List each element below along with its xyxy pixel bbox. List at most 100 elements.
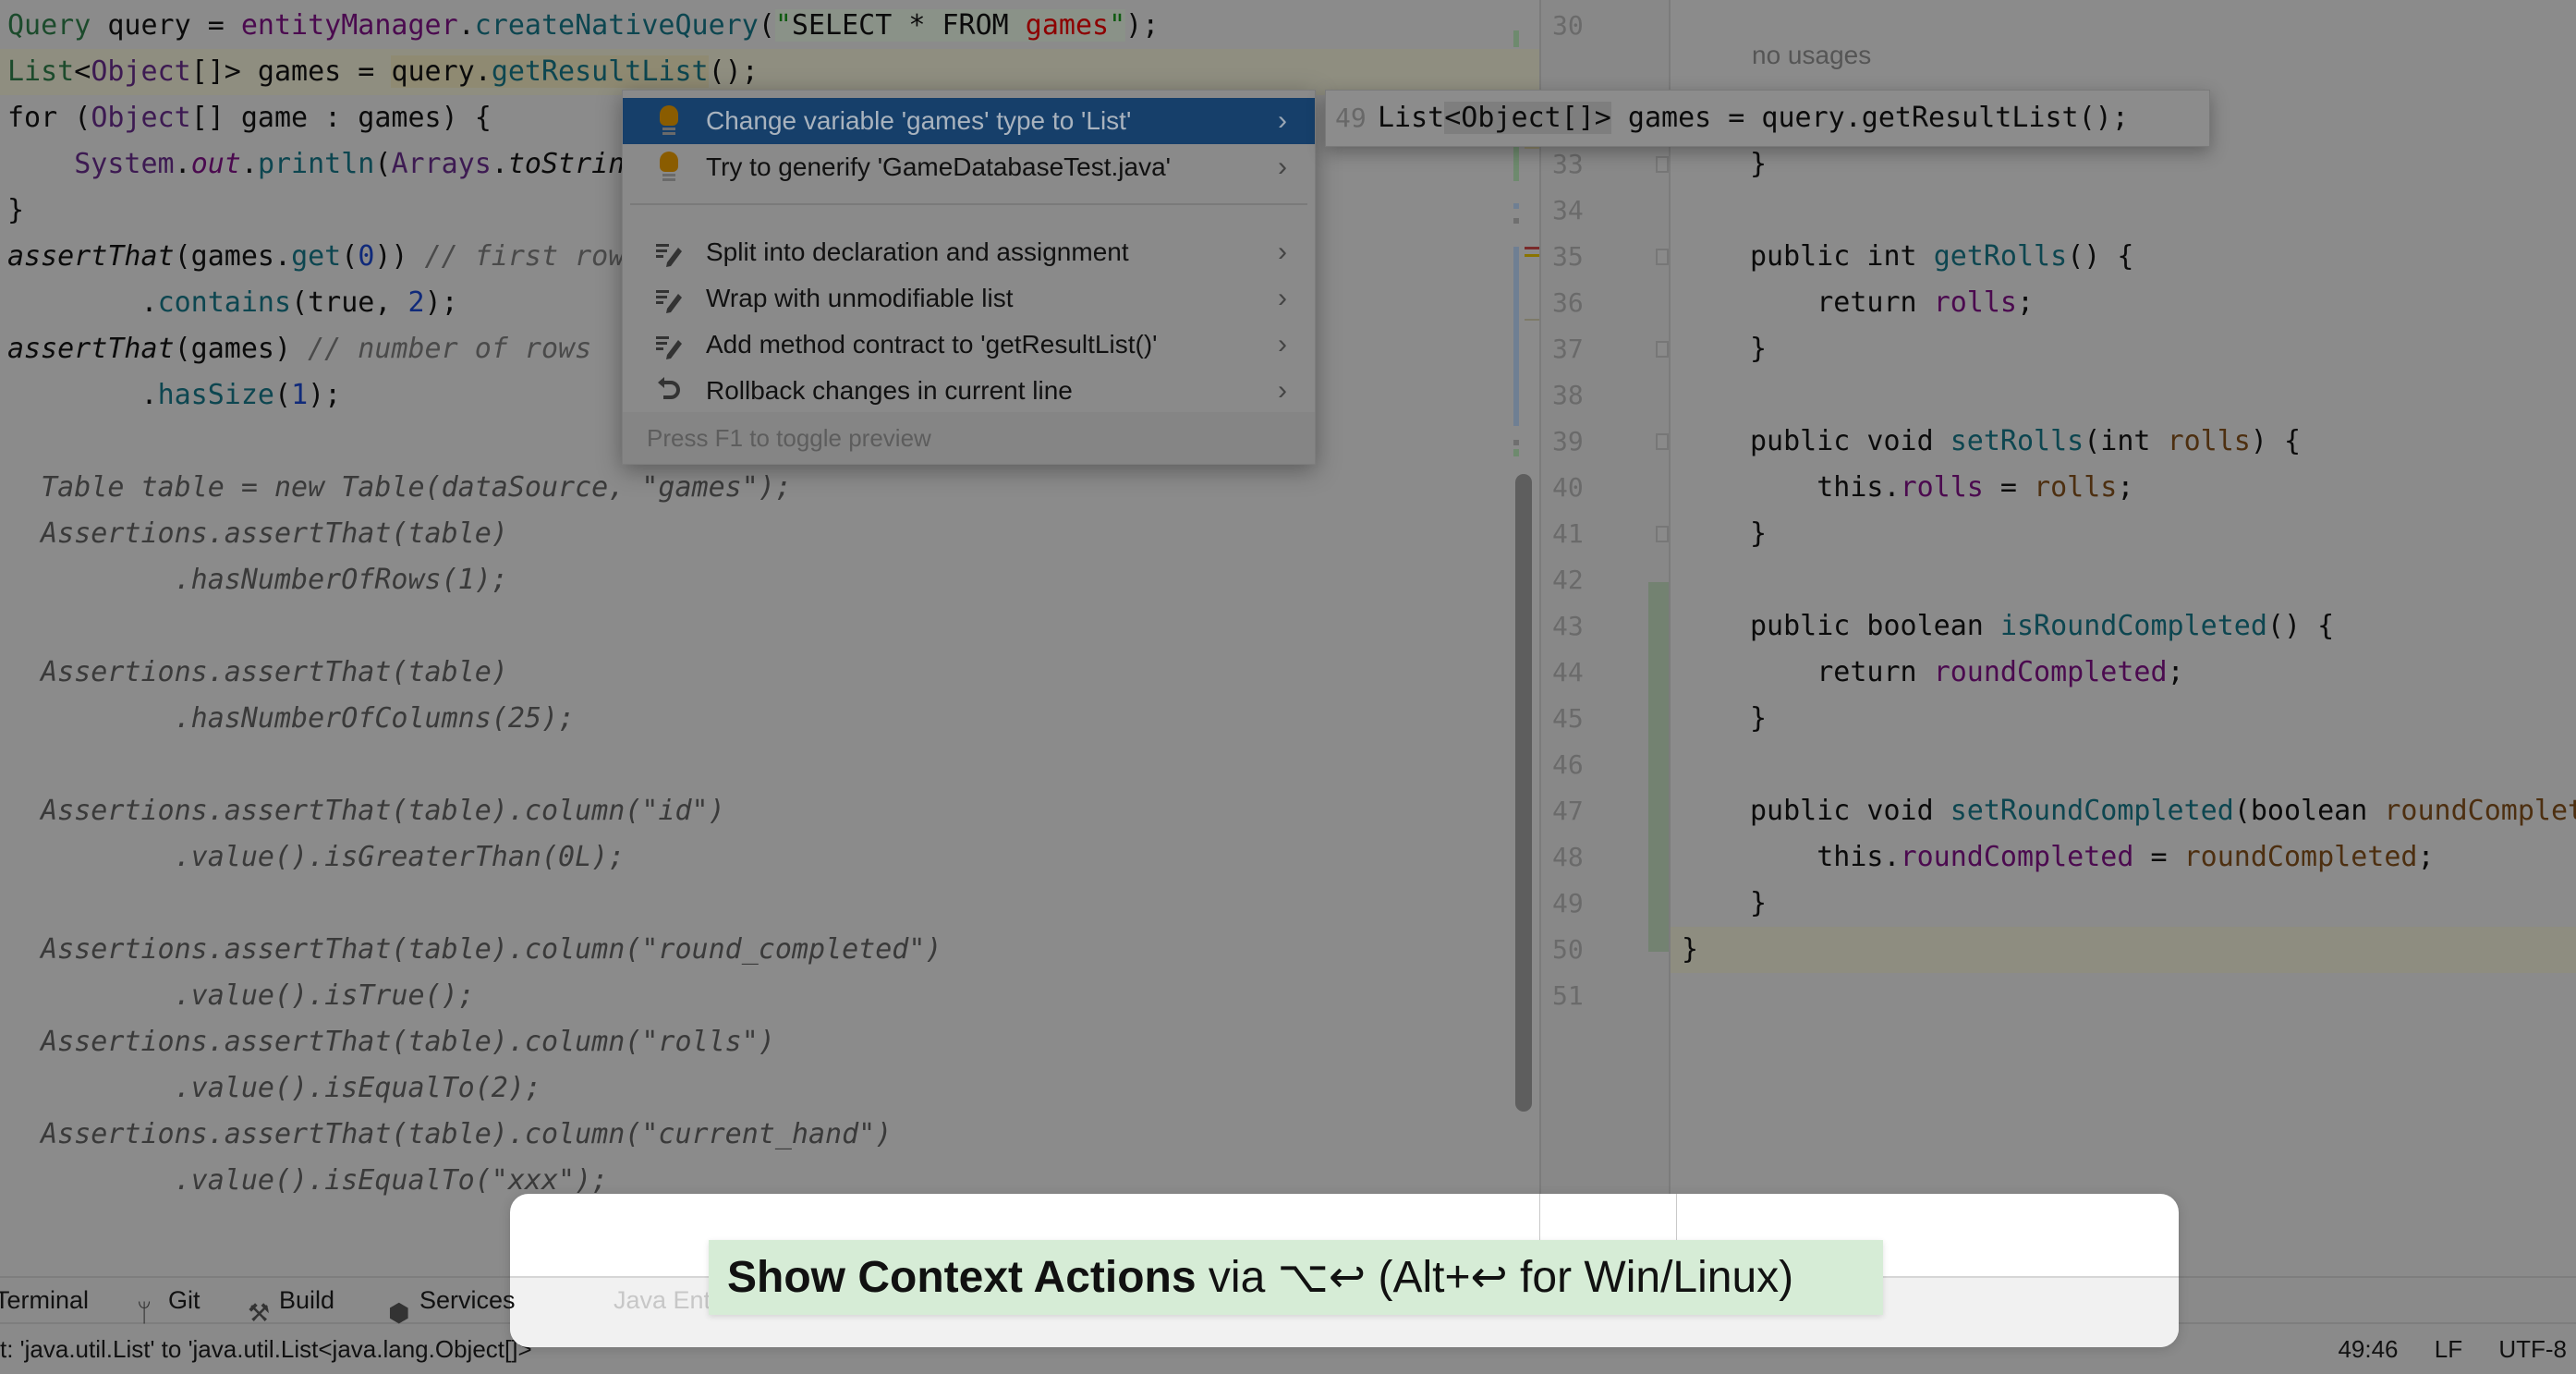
code-token: .hasNumberOfColumns(25); [7, 702, 576, 735]
code-line[interactable]: Assertions.assertThat(table) [7, 511, 508, 557]
intention-item[interactable]: Change variable 'games' type to 'List' › [623, 98, 1315, 144]
code-line[interactable]: } [1750, 881, 1767, 927]
code-line[interactable]: } [1750, 326, 1767, 372]
code-token: Query [7, 9, 91, 42]
added-lines-marker[interactable] [1648, 582, 1669, 952]
fold-toggle-icon[interactable] [1656, 341, 1669, 358]
right-editor[interactable]: 3032333435363738394041424344454647484950… [1541, 0, 2576, 1276]
code-line[interactable]: public int getRolls() { [1750, 234, 2133, 280]
tool-window-services[interactable]: ⬢ Services [388, 1278, 516, 1327]
code-line[interactable]: .hasNumberOfColumns(25); [7, 696, 575, 742]
code-token: 1 [291, 379, 309, 411]
chevron-right-icon[interactable]: › [1278, 144, 1287, 190]
code-line[interactable]: .hasSize(1); [7, 372, 341, 419]
inlay-hint-no-usages[interactable]: no usages [1752, 32, 1871, 79]
line-number: 41 [1552, 518, 1584, 549]
code-line[interactable]: System.out.println(Arrays.toStrin [7, 141, 625, 188]
code-token: List [7, 55, 75, 88]
bulb-base [662, 178, 675, 181]
change-marker[interactable] [1513, 449, 1519, 456]
code-line[interactable]: .value().isGreaterThan(0L); [7, 834, 626, 881]
code-token: roundComplet [2384, 795, 2576, 827]
code-line[interactable]: Assertions.assertThat(table).column("cur… [7, 1112, 892, 1158]
code-line[interactable]: public boolean isRoundCompleted() { [1750, 603, 2334, 650]
chevron-right-icon[interactable]: › [1278, 368, 1287, 414]
code-token: entityManager [240, 9, 458, 42]
change-marker[interactable] [1513, 440, 1519, 445]
code-line[interactable]: Table table = new Table(dataSource, "gam… [7, 465, 792, 511]
file-encoding[interactable]: UTF-8 [2498, 1335, 2567, 1363]
code-line[interactable]: .contains(true, 2); [7, 280, 457, 326]
tool-window-git[interactable]: ᛘ Git [137, 1278, 200, 1327]
code-token: Arrays [391, 148, 492, 180]
fold-toggle-icon[interactable] [1656, 433, 1669, 450]
code-token: return [1750, 656, 1934, 688]
code-line[interactable]: public void setRolls(int rolls) { [1750, 419, 2301, 465]
fold-toggle-icon[interactable] [1656, 249, 1669, 265]
current-code-line[interactable]: List<Object[]> games = query.getResultLi… [0, 49, 1539, 95]
intention-item[interactable]: Add method contract to 'getResultList()'… [623, 322, 1315, 368]
code-token: setRolls [1950, 425, 2084, 457]
code-token: rolls [1900, 471, 1984, 504]
code-line[interactable]: this.rolls = rolls; [1750, 465, 2133, 511]
chevron-right-icon[interactable]: › [1278, 229, 1287, 275]
code-token: = [2133, 841, 2184, 873]
code-line[interactable]: assertThat(games.get(0)) // first row [7, 234, 625, 280]
code-line[interactable]: .hasNumberOfRows(1); [7, 557, 508, 603]
code-line[interactable]: this.roundCompleted = roundCompleted; [1750, 834, 2434, 881]
code-line[interactable]: } [1682, 927, 1698, 973]
code-token: Assertions.assertThat(table) [7, 517, 508, 550]
code-line[interactable]: Query query = entityManager.createNative… [7, 3, 1159, 49]
intention-item[interactable]: Rollback changes in current line › [623, 368, 1315, 414]
change-marker[interactable] [1513, 203, 1519, 209]
change-marker[interactable] [1513, 218, 1519, 224]
code-line[interactable]: } [1750, 696, 1767, 742]
code-token: getResultList [491, 55, 709, 88]
code-token: query. [391, 55, 492, 88]
intention-item[interactable]: Split into declaration and assignment › [623, 229, 1315, 275]
tool-window-build[interactable]: ⚒ Build [248, 1278, 335, 1327]
line-separator[interactable]: LF [2435, 1335, 2462, 1363]
vertical-scrollbar[interactable] [1515, 474, 1532, 1112]
code-line[interactable]: assertThat(games) // number of rows [7, 326, 591, 372]
code-line[interactable]: return roundCompleted; [1750, 650, 2183, 696]
code-line[interactable]: for (Object[] game : games) { [7, 95, 492, 141]
chevron-right-icon[interactable]: › [1278, 98, 1287, 144]
edit-intention-icon [654, 283, 684, 314]
code-token: } [1750, 148, 1768, 180]
change-marker[interactable] [1513, 30, 1519, 47]
code-token: public int [1750, 240, 1934, 273]
bulb-glass [660, 152, 678, 172]
code-token: (boolean [2233, 795, 2385, 827]
caret-position[interactable]: 49:46 [2338, 1335, 2398, 1363]
intention-item[interactable]: Wrap with unmodifiable list › [623, 275, 1315, 322]
code-line[interactable]: } [1750, 511, 1767, 557]
line-number: 44 [1552, 657, 1584, 687]
line-number: 50 [1552, 934, 1584, 965]
code-line[interactable]: Assertions.assertThat(table).column("rol… [7, 1019, 775, 1065]
code-line[interactable]: .value().isEqualTo(2); [7, 1065, 541, 1112]
intention-item-label: Change variable 'games' type to 'List' [706, 106, 1132, 135]
code-line[interactable]: Assertions.assertThat(table).column("id"… [7, 788, 725, 834]
tool-window-terminal[interactable]: Terminal [0, 1278, 89, 1322]
intention-item-label: Try to generify 'GameDatabaseTest.java' [706, 152, 1171, 181]
code-token: } [7, 194, 25, 226]
fold-toggle-icon[interactable] [1656, 156, 1669, 173]
code-line[interactable]: } [7, 188, 24, 234]
code-token: query = [91, 9, 241, 42]
tool-window-label: Build [279, 1286, 335, 1314]
code-line[interactable]: public void setRoundCompleted(boolean ro… [1750, 788, 2576, 834]
code-line[interactable]: Assertions.assertThat(table).column("rou… [7, 927, 942, 973]
status-bar-highlight [510, 1324, 2179, 1347]
code-line[interactable]: } [1750, 141, 1767, 188]
change-marker[interactable] [1513, 247, 1519, 426]
chevron-right-icon[interactable]: › [1278, 322, 1287, 368]
edit-intention-icon [654, 237, 684, 268]
code-line[interactable]: return rolls; [1750, 280, 2034, 326]
code-line[interactable]: .value().isTrue(); [7, 973, 475, 1019]
change-marker[interactable] [1513, 146, 1519, 181]
chevron-right-icon[interactable]: › [1278, 275, 1287, 322]
fold-toggle-icon[interactable] [1656, 526, 1669, 542]
intention-item[interactable]: Try to generify 'GameDatabaseTest.java' › [623, 144, 1315, 190]
code-line[interactable]: Assertions.assertThat(table) [7, 650, 508, 696]
